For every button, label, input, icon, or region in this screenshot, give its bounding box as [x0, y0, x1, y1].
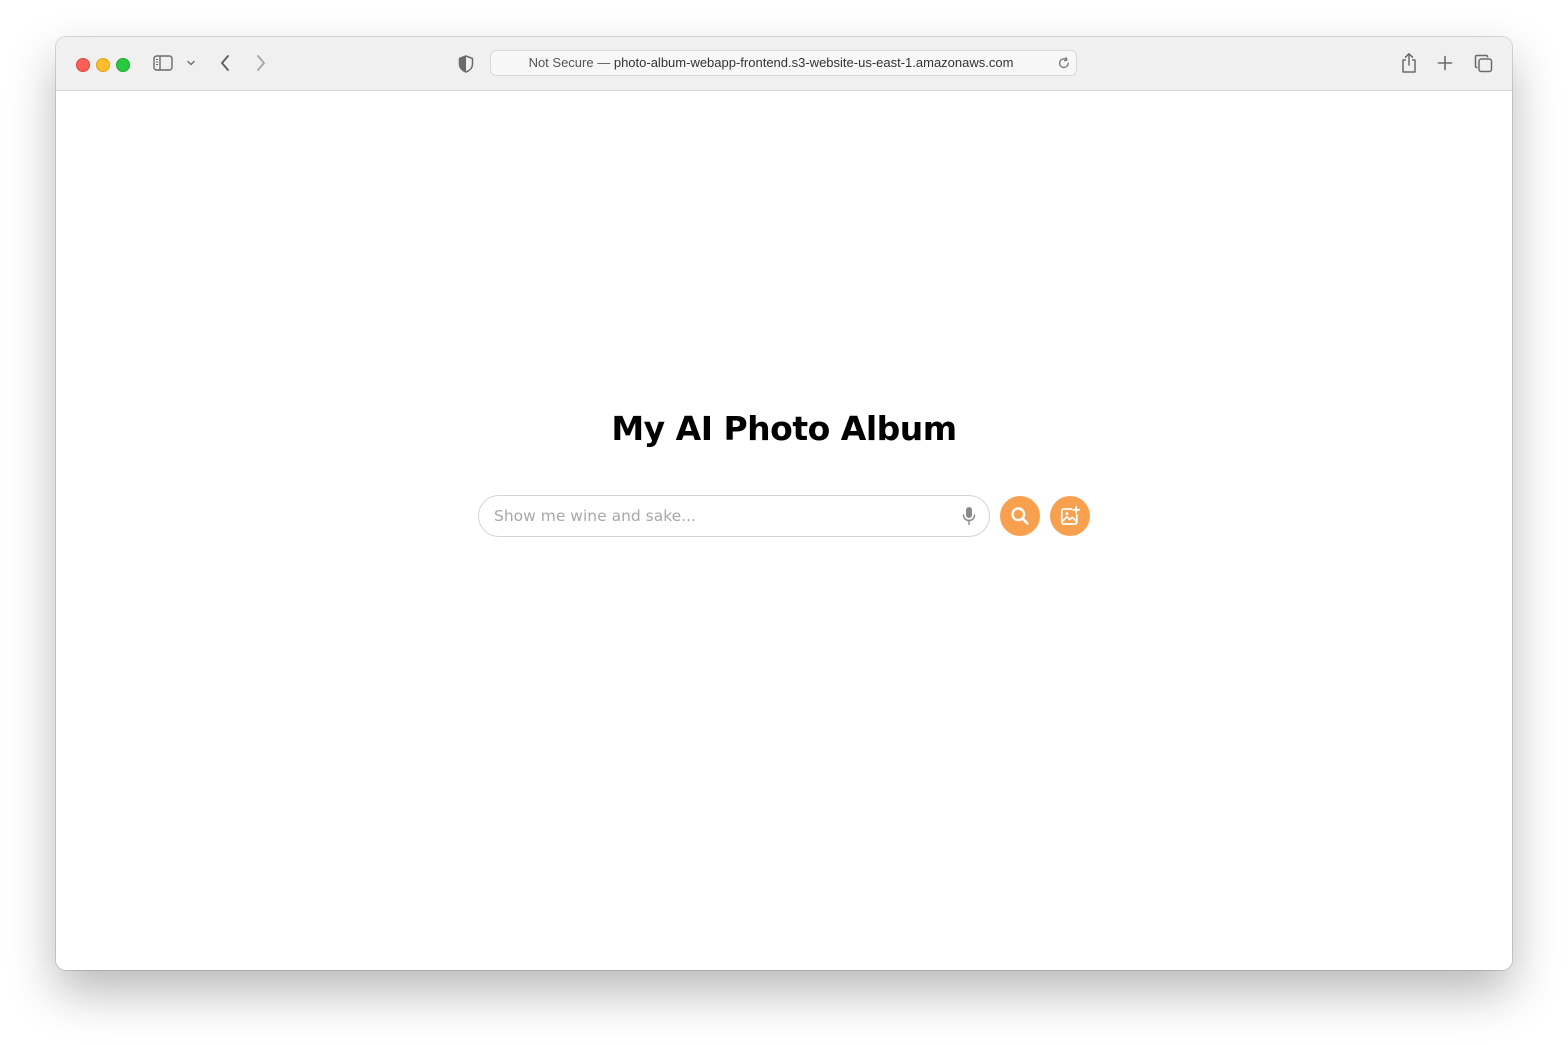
browser-window: Not Secure — photo-album-webapp-frontend… — [56, 37, 1512, 970]
sidebar-icon[interactable] — [152, 54, 174, 72]
page-title: My AI Photo Album — [611, 409, 957, 448]
search-icon — [1010, 506, 1030, 526]
address-text: Not Secure — photo-album-webapp-frontend… — [491, 51, 1051, 75]
address-security-label: Not Secure — — [528, 55, 611, 70]
address-bar[interactable]: Not Secure — photo-album-webapp-frontend… — [490, 50, 1077, 76]
maximize-window-button[interactable] — [116, 58, 130, 72]
add-photo-icon — [1059, 505, 1081, 527]
new-tab-icon[interactable] — [1436, 54, 1454, 72]
browser-toolbar: Not Secure — photo-album-webapp-frontend… — [56, 37, 1512, 91]
page-content: My AI Photo Album — [56, 91, 1512, 970]
microphone-icon[interactable] — [962, 506, 976, 526]
upload-photo-button[interactable] — [1050, 496, 1090, 536]
address-url: photo-album-webapp-frontend.s3-website-u… — [613, 55, 1014, 70]
search-button[interactable] — [1000, 496, 1040, 536]
minimize-window-button[interactable] — [96, 58, 110, 72]
forward-icon[interactable] — [252, 53, 270, 73]
search-box — [478, 495, 990, 537]
search-input[interactable] — [494, 496, 934, 536]
back-icon[interactable] — [216, 53, 234, 73]
chevron-down-icon[interactable] — [185, 58, 197, 68]
reload-icon[interactable] — [1057, 56, 1071, 70]
close-window-button[interactable] — [76, 58, 90, 72]
tab-overview-icon[interactable] — [1473, 53, 1493, 73]
privacy-shield-icon[interactable] — [457, 54, 475, 73]
share-icon[interactable] — [1399, 51, 1419, 75]
